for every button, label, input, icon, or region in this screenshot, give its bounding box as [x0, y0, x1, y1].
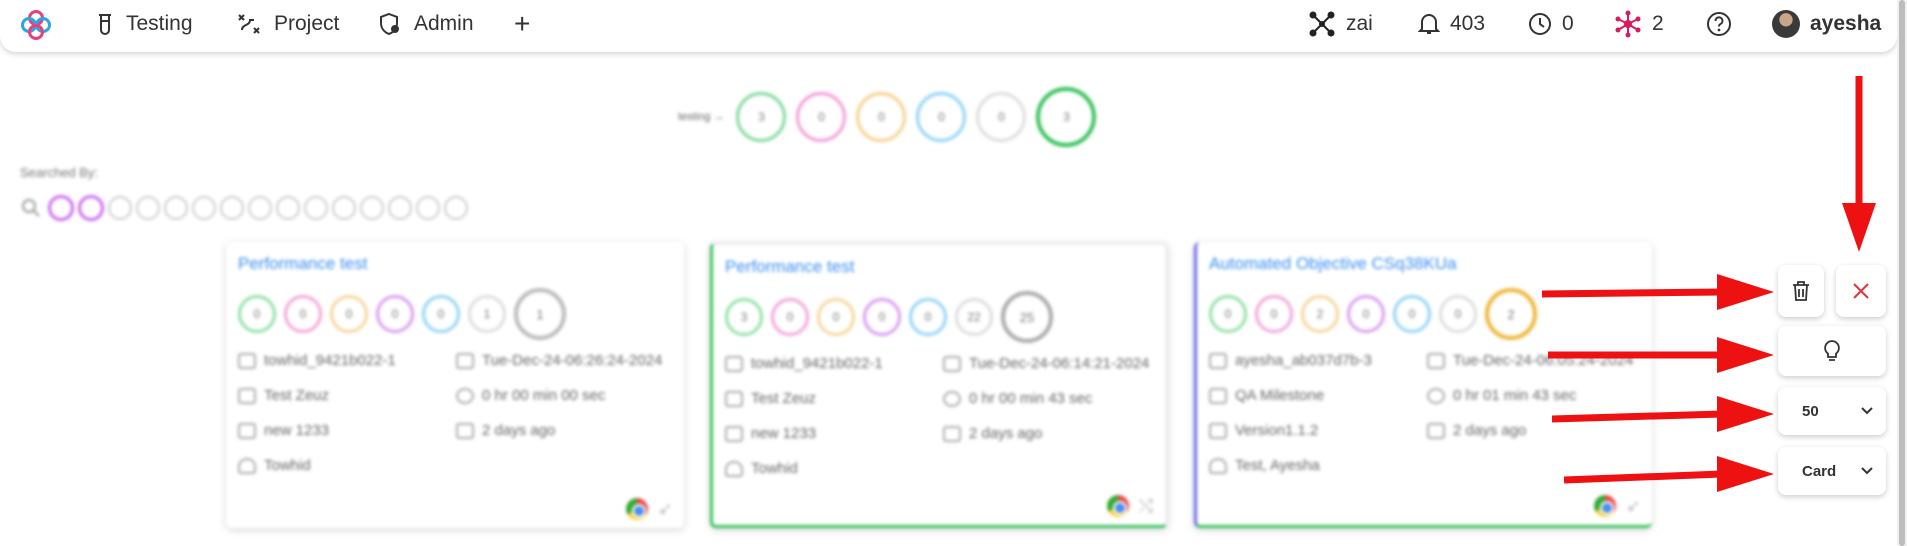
scrollbar-thumb[interactable] — [1899, 0, 1905, 546]
vertical-scrollbar[interactable] — [1897, 0, 1907, 546]
annotation-arrows — [1541, 76, 1876, 492]
